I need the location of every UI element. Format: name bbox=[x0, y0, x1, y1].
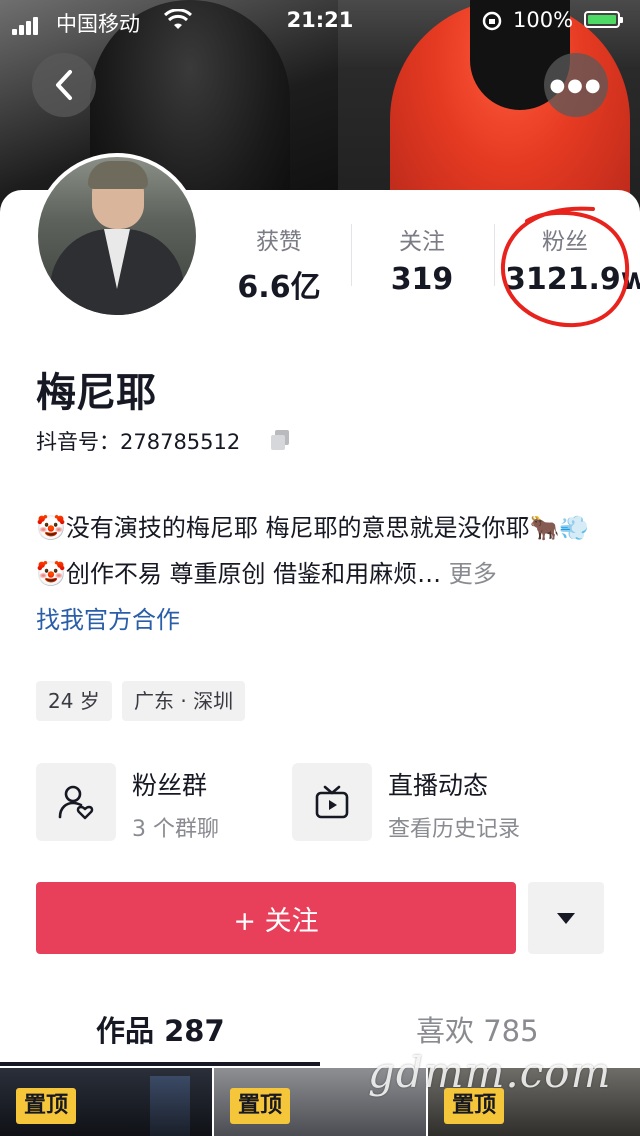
avatar[interactable] bbox=[34, 153, 200, 319]
pinned-badge: 置顶 bbox=[16, 1088, 77, 1124]
tv-icon bbox=[315, 785, 349, 819]
tab-likes[interactable]: 喜欢 785 bbox=[416, 1008, 539, 1050]
copy-icon[interactable] bbox=[268, 428, 292, 456]
more-dots-icon: ●●● bbox=[549, 74, 603, 96]
follow-button-label: + 关注 bbox=[233, 905, 319, 937]
profile-name: 梅尼耶 bbox=[36, 370, 156, 416]
bio-line-2: 🤡创作不易 尊重原创 借鉴和用麻烦… 更多 bbox=[36, 551, 616, 597]
live-history-entry-icon-box[interactable] bbox=[292, 763, 372, 841]
location-tag: 广东 · 深圳 bbox=[122, 681, 246, 721]
live-history-subtitle: 查看历史记录 bbox=[388, 817, 521, 842]
battery-percent: 100% bbox=[513, 8, 574, 32]
avatar-hair bbox=[88, 161, 148, 189]
tab-active-indicator bbox=[0, 1062, 320, 1066]
profile-bio: 🤡没有演技的梅尼耶 梅尼耶的意思就是没你耶🐂💨 🤡创作不易 尊重原创 借鉴和用麻… bbox=[36, 505, 616, 643]
chevron-left-icon bbox=[56, 70, 72, 100]
stat-divider bbox=[494, 224, 495, 286]
bio-line-1: 🤡没有演技的梅尼耶 梅尼耶的意思就是没你耶🐂💨 bbox=[36, 514, 590, 542]
watermark: gdmm.com bbox=[368, 1048, 612, 1097]
caret-down-icon bbox=[557, 913, 575, 924]
stat-likes[interactable]: 获赞 6.6亿 bbox=[219, 222, 339, 306]
battery-icon bbox=[584, 11, 623, 28]
bio-more-link[interactable]: 更多 bbox=[449, 560, 497, 588]
profile-card bbox=[0, 190, 640, 1136]
age-tag: 24 岁 bbox=[36, 681, 112, 721]
live-history-title[interactable]: 直播动态 bbox=[388, 766, 488, 802]
video-thumbnail[interactable]: 置顶 bbox=[0, 1068, 212, 1136]
bio-line-2-text: 🤡创作不易 尊重原创 借鉴和用麻烦… bbox=[36, 560, 449, 588]
thumbnail-building bbox=[150, 1076, 190, 1136]
rotation-lock-icon bbox=[481, 10, 503, 37]
stat-divider bbox=[351, 224, 352, 286]
business-cooperation-link[interactable]: 找我官方合作 bbox=[36, 597, 616, 643]
douyin-id: 抖音号：278785512 bbox=[36, 430, 241, 454]
tab-works[interactable]: 作品 287 bbox=[96, 1008, 225, 1050]
recommend-dropdown-button[interactable] bbox=[528, 882, 604, 954]
stat-likes-label: 获赞 bbox=[256, 229, 302, 255]
fan-group-icon bbox=[58, 785, 94, 820]
hand-drawn-circle-annotation bbox=[500, 206, 630, 328]
stat-following-label: 关注 bbox=[399, 229, 445, 255]
stat-following-value: 319 bbox=[390, 262, 454, 297]
fan-group-title[interactable]: 粉丝群 bbox=[132, 766, 207, 802]
more-button[interactable]: ●●● bbox=[544, 53, 608, 117]
status-bar: 中国移动 21:21 100% bbox=[0, 0, 640, 40]
stat-likes-value: 6.6亿 bbox=[237, 270, 321, 305]
follow-button[interactable]: + 关注 bbox=[36, 882, 516, 954]
back-button[interactable] bbox=[32, 53, 96, 117]
pinned-badge: 置顶 bbox=[230, 1088, 291, 1124]
stat-following[interactable]: 关注 319 bbox=[362, 222, 482, 297]
fan-group-entry-icon-box[interactable] bbox=[36, 763, 116, 841]
fan-group-subtitle: 3 个群聊 bbox=[132, 817, 219, 842]
